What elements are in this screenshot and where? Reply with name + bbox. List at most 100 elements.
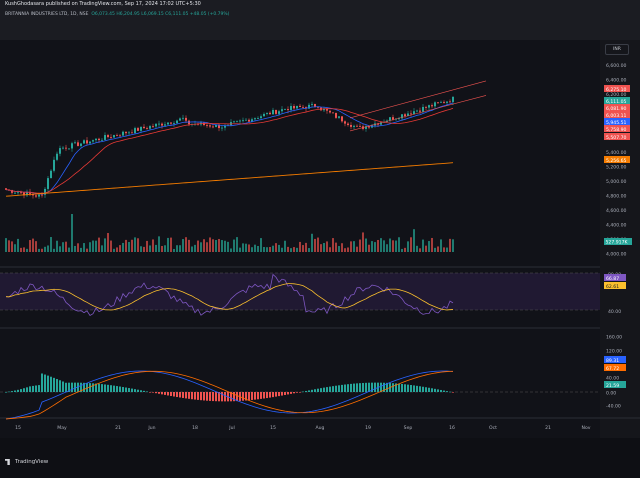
macd-hist-bar	[272, 392, 274, 398]
macd-hist-bar	[254, 392, 256, 400]
time-axis-label: Oct	[489, 425, 497, 431]
macd-hist-bar	[434, 388, 436, 392]
macd-tag-label: 21.59	[606, 383, 619, 389]
price-axis-label: 6,400.00	[606, 78, 627, 84]
macd-hist-bar	[263, 392, 265, 399]
macd-hist-bar	[26, 387, 28, 392]
macd-hist-bar	[35, 385, 37, 392]
volume-bar	[125, 239, 127, 252]
volume-bar	[236, 237, 238, 252]
volume-bar	[86, 248, 88, 252]
macd-hist-bar	[284, 392, 286, 396]
macd-hist-bar	[212, 392, 214, 402]
candle-body	[302, 106, 304, 108]
volume-bar	[425, 245, 427, 252]
volume-bar	[221, 240, 223, 252]
macd-hist-bar	[203, 392, 205, 401]
chart-canvas[interactable]: 6,600.006,400.006,200.006,000.005,800.00…	[0, 0, 640, 478]
candle-body	[452, 96, 454, 102]
candle-body	[41, 194, 43, 196]
volume-bar	[383, 240, 385, 252]
macd-hist-bar	[380, 382, 382, 392]
macd-hist-bar	[302, 391, 304, 393]
candle-body	[134, 128, 136, 134]
macd-hist-bar	[185, 392, 187, 399]
volume-bar	[152, 239, 154, 252]
price-axis-label: 4,800.00	[606, 194, 627, 200]
volume-bar	[140, 246, 142, 252]
candle-body	[443, 101, 445, 103]
candle-body	[272, 109, 274, 115]
macd-hist-bar	[146, 391, 148, 393]
candle-body	[161, 123, 163, 126]
macd-hist-bar	[440, 389, 442, 392]
macd-hist-bar	[113, 385, 115, 392]
macd-hist-bar	[419, 386, 421, 392]
volume-bar	[437, 246, 439, 252]
volume-bar	[302, 245, 304, 252]
ma-fast-line	[5, 102, 454, 195]
candle-body	[350, 124, 352, 127]
volume-bar	[395, 240, 397, 252]
price-tag-label: 6,081.90	[606, 106, 627, 112]
macd-hist-bar	[251, 392, 253, 400]
candle-body	[293, 106, 295, 109]
macd-hist-bar	[59, 380, 61, 392]
macd-axis-label: -40.00	[606, 404, 621, 410]
candle-body	[206, 124, 208, 126]
candle-body	[335, 113, 337, 118]
volume-bar	[11, 241, 13, 252]
volume-bar	[26, 248, 28, 252]
candle-body	[413, 111, 415, 115]
volume-bar	[296, 247, 298, 252]
volume-bar	[446, 247, 448, 252]
volume-bar	[137, 238, 139, 252]
ma-slow-line	[5, 162, 454, 197]
macd-hist-bar	[119, 386, 121, 392]
volume-bar	[83, 243, 85, 252]
volume-bar	[278, 244, 280, 252]
rsi-axis-label: 40.00	[608, 309, 621, 315]
macd-hist-bar	[236, 392, 238, 402]
macd-hist-bar	[338, 385, 340, 392]
macd-hist-bar	[206, 392, 208, 401]
volume-bar	[134, 237, 136, 252]
volume-bar	[8, 240, 10, 252]
candle-body	[269, 112, 271, 115]
volume-bar	[224, 240, 226, 252]
macd-hist-bar	[74, 382, 76, 392]
channel-lower	[349, 95, 487, 132]
rsi-tag-label: 66.87	[606, 276, 619, 282]
candle-body	[338, 116, 340, 118]
volume-bar	[380, 238, 382, 252]
macd-hist-bar	[311, 389, 313, 392]
macd-hist-bar	[155, 392, 157, 394]
candle-body	[434, 102, 436, 107]
volume-bar	[122, 242, 124, 252]
volume-bar	[41, 248, 43, 252]
price-tag-label: 6,275.10	[606, 87, 627, 93]
macd-hist-bar	[134, 389, 136, 392]
macd-hist-bar	[224, 392, 226, 402]
volume-bar	[230, 248, 232, 252]
macd-hist-bar	[104, 384, 106, 392]
volume-bar	[107, 233, 109, 252]
volume-bar	[428, 241, 430, 252]
candle-body	[113, 135, 115, 138]
volume-bar	[449, 238, 451, 252]
macd-hist-bar	[38, 385, 40, 392]
volume-bar	[206, 242, 208, 252]
candle-body	[233, 121, 235, 123]
candle-body	[182, 117, 184, 119]
volume-bar	[287, 246, 289, 252]
macd-hist-bar	[215, 392, 217, 402]
volume-bar	[74, 245, 76, 252]
candle-body	[254, 118, 256, 120]
volume-bar	[113, 248, 115, 252]
macd-hist-bar	[365, 382, 367, 392]
volume-bar	[374, 242, 376, 252]
candle-body	[101, 139, 103, 141]
candle-body	[158, 123, 160, 125]
candle-body	[53, 159, 55, 171]
macd-hist-bar	[449, 391, 451, 393]
